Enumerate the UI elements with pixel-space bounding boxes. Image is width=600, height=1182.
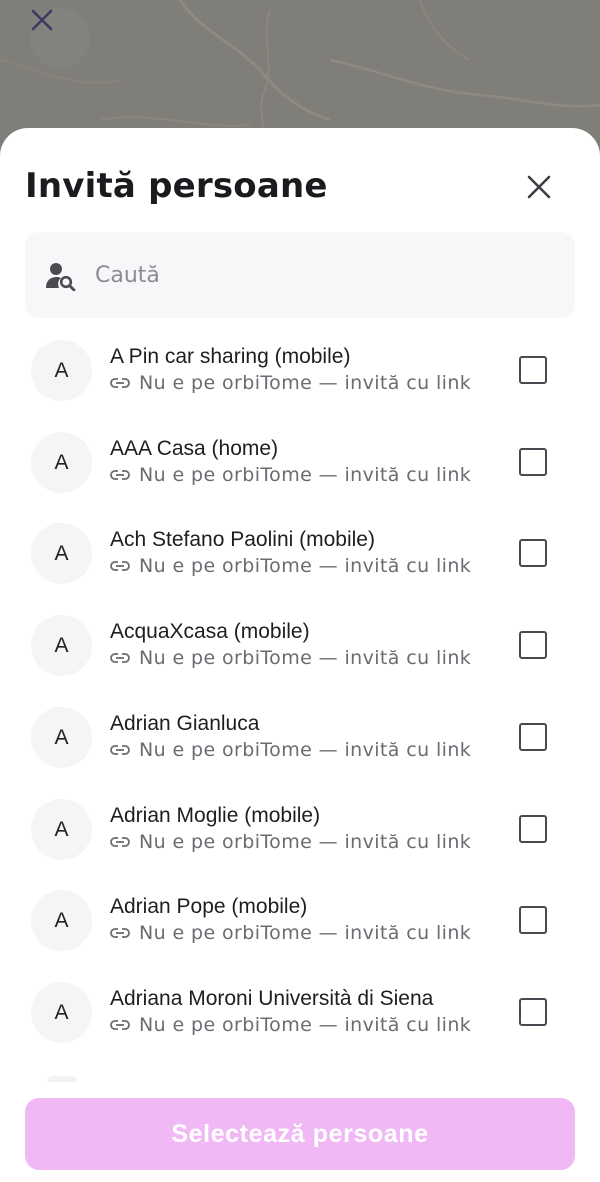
link-icon [110, 923, 130, 943]
map-close-button[interactable] [30, 8, 90, 68]
list-item[interactable]: A Ach Stefano Paolini (mobile) Nu e pe orb… [0, 523, 600, 615]
list-item[interactable]: A Adrian Pope (mobile) Nu e pe orbiTome — … [0, 890, 600, 982]
contact-checkbox[interactable] [519, 998, 547, 1026]
contact-status: Nu e pe orbiTome — invită cu link [110, 647, 471, 669]
contact-name: Adrian Pope (mobile) [110, 895, 308, 918]
list-item[interactable]: A AcquaXcasa (mobile) Nu e pe orbiTome — i… [0, 615, 600, 707]
partial-avatar [47, 1076, 77, 1082]
contact-status: Nu e pe orbiTome — invită cu link [110, 372, 471, 394]
invite-status-text: Nu e pe orbiTome — invită cu link [139, 647, 472, 669]
contact-name: Adriana Moroni Università di Siena [110, 987, 434, 1010]
link-icon [110, 648, 130, 668]
contact-checkbox[interactable] [519, 448, 547, 476]
contact-name: AcquaXcasa (mobile) [110, 620, 310, 643]
contact-status: Nu e pe orbiTome — invită cu link [110, 464, 471, 486]
close-icon [31, 9, 53, 31]
contact-checkbox[interactable] [519, 631, 547, 659]
contact-status: Nu e pe orbiTome — invită cu link [110, 831, 471, 853]
invite-status-text: Nu e pe orbiTome — invită cu link [139, 739, 472, 761]
select-people-button[interactable]: Selectează persoane [25, 1098, 575, 1170]
contact-name: Adrian Moglie (mobile) [110, 804, 321, 827]
select-people-label: Selectează persoane [171, 1119, 429, 1148]
sheet-header: Invită persoane [0, 128, 600, 232]
avatar: A [31, 707, 92, 768]
page-title: Invită persoane [25, 166, 328, 206]
contact-checkbox[interactable] [519, 906, 547, 934]
avatar: A [31, 799, 92, 860]
contact-status: Nu e pe orbiTome — invită cu link [110, 739, 471, 761]
link-icon [110, 740, 130, 760]
avatar: A [31, 890, 92, 951]
invite-status-text: Nu e pe orbiTome — invită cu link [139, 372, 472, 394]
link-icon [110, 465, 130, 485]
invite-status-text: Nu e pe orbiTome — invită cu link [139, 555, 472, 577]
avatar: A [31, 615, 92, 676]
avatar: A [31, 432, 92, 493]
contact-checkbox[interactable] [519, 539, 547, 567]
contact-name: A Pin car sharing (mobile) [110, 345, 351, 368]
contact-name: AAA Casa (home) [110, 437, 279, 460]
search-input[interactable] [95, 254, 555, 296]
contact-name: Ach Stefano Paolini (mobile) [110, 528, 375, 551]
list-item[interactable]: A Adrian Gianluca Nu e pe orbiTome — invit… [0, 707, 600, 799]
invite-status-text: Nu e pe orbiTome — invită cu link [139, 1014, 472, 1036]
link-icon [110, 373, 130, 393]
list-item[interactable]: A AAA Casa (home) Nu e pe orbiTome — invit… [0, 432, 600, 524]
contact-name: Adrian Gianluca [110, 712, 260, 735]
list-item[interactable]: A Adrian Moglie (mobile) Nu e pe orbiTome … [0, 799, 600, 891]
search-box[interactable] [25, 232, 575, 318]
invite-status-text: Nu e pe orbiTome — invită cu link [139, 922, 472, 944]
invite-status-text: Nu e pe orbiTome — invită cu link [139, 831, 472, 853]
close-icon [527, 175, 551, 199]
invite-sheet: Invită persoane A A Pin car sharing (mobi… [0, 128, 600, 1182]
avatar: A [31, 523, 92, 584]
contact-checkbox[interactable] [519, 815, 547, 843]
person-search-icon [46, 263, 76, 291]
avatar: A [31, 982, 92, 1043]
contact-checkbox[interactable] [519, 356, 547, 384]
contact-checkbox[interactable] [519, 723, 547, 751]
list-item[interactable]: A Adriana Moroni Università di Siena Nu e … [0, 982, 600, 1074]
invite-status-text: Nu e pe orbiTome — invită cu link [139, 464, 472, 486]
avatar: A [31, 340, 92, 401]
contact-status: Nu e pe orbiTome — invită cu link [110, 1014, 471, 1036]
link-icon [110, 832, 130, 852]
link-icon [110, 556, 130, 576]
contact-list: A A Pin car sharing (mobile) Nu e pe orbiT… [0, 340, 600, 1080]
list-item[interactable]: A A Pin car sharing (mobile) Nu e pe orbiT… [0, 340, 600, 432]
link-icon [110, 1015, 130, 1035]
contact-status: Nu e pe orbiTome — invită cu link [110, 555, 471, 577]
sheet-close-button[interactable] [512, 160, 566, 214]
contact-status: Nu e pe orbiTome — invită cu link [110, 922, 471, 944]
